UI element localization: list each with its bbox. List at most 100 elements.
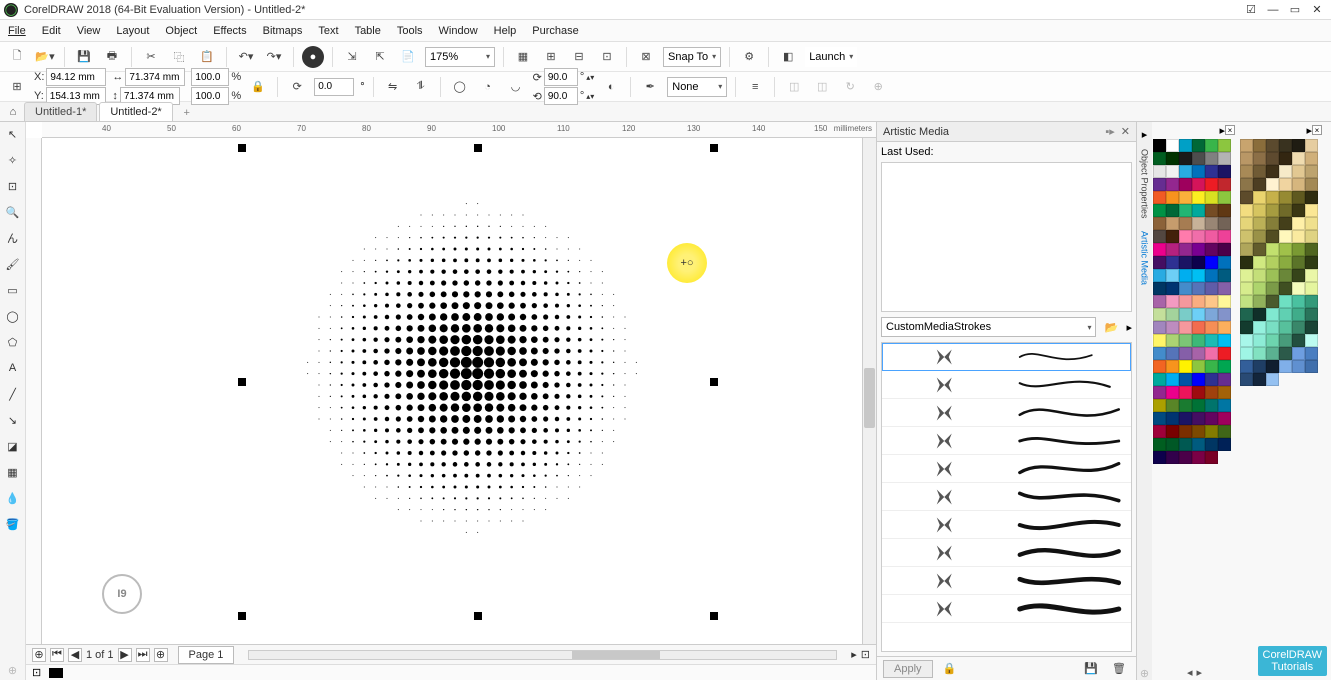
color-swatch[interactable]	[1292, 360, 1305, 373]
color-swatch[interactable]	[1205, 308, 1218, 321]
color-swatch[interactable]	[1218, 308, 1231, 321]
scroll-thumb[interactable]	[864, 368, 875, 428]
color-swatch[interactable]	[1305, 360, 1318, 373]
palette-scroll-right[interactable]: ▸	[1197, 666, 1203, 679]
color-swatch[interactable]	[1292, 334, 1305, 347]
color-swatch[interactable]	[1266, 191, 1279, 204]
color-swatch[interactable]	[1292, 217, 1305, 230]
menu-effects[interactable]: Effects	[213, 25, 246, 37]
zoom-tool[interactable]: 🔍	[3, 202, 23, 222]
color-swatch[interactable]	[1153, 438, 1166, 451]
color-swatch[interactable]	[1279, 243, 1292, 256]
panel-close-icon[interactable]: ✕	[1121, 126, 1130, 138]
color-swatch[interactable]	[1279, 152, 1292, 165]
color-swatch[interactable]	[1179, 334, 1192, 347]
color-swatch[interactable]	[1205, 321, 1218, 334]
color-swatch[interactable]	[1240, 282, 1253, 295]
color-swatch[interactable]	[1218, 204, 1231, 217]
color-swatch[interactable]	[1279, 295, 1292, 308]
color-swatch[interactable]	[1153, 399, 1166, 412]
halftone-object[interactable]	[302, 198, 642, 538]
color-swatch[interactable]	[1240, 269, 1253, 282]
color-swatch[interactable]	[1253, 178, 1266, 191]
add-after-button[interactable]: ⊕	[154, 648, 168, 662]
color-swatch[interactable]	[1253, 191, 1266, 204]
color-swatch[interactable]	[1179, 425, 1192, 438]
color-swatch[interactable]	[1253, 347, 1266, 360]
color-swatch[interactable]	[1179, 256, 1192, 269]
last-page-button[interactable]: ⏭	[136, 648, 150, 662]
color-swatch[interactable]	[1192, 308, 1205, 321]
color-swatch[interactable]	[1153, 217, 1166, 230]
color-swatch[interactable]	[1192, 347, 1205, 360]
color-swatch[interactable]	[1266, 360, 1279, 373]
color-swatch[interactable]	[1240, 347, 1253, 360]
color-swatch[interactable]	[1292, 165, 1305, 178]
first-page-button[interactable]: ⏮	[50, 648, 64, 662]
color-swatch[interactable]	[1192, 191, 1205, 204]
color-swatch[interactable]	[1166, 269, 1179, 282]
color-swatch[interactable]	[1166, 373, 1179, 386]
color-swatch[interactable]	[1240, 295, 1253, 308]
rectangle-tool[interactable]: ▭	[3, 280, 23, 300]
color-swatch[interactable]	[1192, 425, 1205, 438]
color-swatch[interactable]	[1266, 334, 1279, 347]
color-swatch[interactable]	[1192, 256, 1205, 269]
back-of-layer-button[interactable]: ◫	[811, 76, 833, 98]
cut-button[interactable]: ✂	[140, 46, 162, 68]
launch-dropdown[interactable]: Launch▾	[805, 47, 857, 67]
ellipse-tool[interactable]: ◯	[3, 306, 23, 326]
color-swatch[interactable]	[1166, 230, 1179, 243]
selection-handle[interactable]	[238, 612, 246, 620]
color-swatch[interactable]	[1305, 347, 1318, 360]
color-swatch[interactable]	[1292, 269, 1305, 282]
no-fill-swatch[interactable]: ×	[1225, 125, 1235, 135]
stroke-list-item[interactable]	[882, 427, 1131, 455]
color-swatch[interactable]	[1266, 152, 1279, 165]
color-swatch[interactable]	[1192, 178, 1205, 191]
drop-shadow-tool[interactable]: ◪	[3, 436, 23, 456]
color-swatch[interactable]	[1205, 360, 1218, 373]
color-swatch[interactable]	[1205, 425, 1218, 438]
maximize-button[interactable]: ▭	[1285, 2, 1305, 18]
color-swatch[interactable]	[1218, 412, 1231, 425]
color-swatch[interactable]	[1266, 295, 1279, 308]
color-swatch[interactable]	[1305, 334, 1318, 347]
prev-page-button[interactable]: ◀	[68, 648, 82, 662]
rotation-input[interactable]	[314, 78, 354, 96]
color-swatch[interactable]	[1266, 178, 1279, 191]
color-swatch[interactable]	[1179, 139, 1192, 152]
color-swatch[interactable]	[1253, 269, 1266, 282]
stroke-list-item[interactable]	[882, 399, 1131, 427]
color-swatch[interactable]	[1205, 139, 1218, 152]
color-swatch[interactable]	[1218, 438, 1231, 451]
color-swatch[interactable]	[1253, 243, 1266, 256]
x-input[interactable]	[46, 68, 106, 86]
color-swatch[interactable]	[1179, 165, 1192, 178]
menu-edit[interactable]: Edit	[42, 25, 61, 37]
color-swatch[interactable]	[1153, 139, 1166, 152]
color-swatch[interactable]	[1218, 191, 1231, 204]
welcome-tab-icon[interactable]: ⌂	[4, 103, 22, 121]
color-swatch[interactable]	[1218, 360, 1231, 373]
color-swatch[interactable]	[1279, 308, 1292, 321]
color-swatch[interactable]	[1253, 139, 1266, 152]
export-button[interactable]: ⇱	[369, 46, 391, 68]
color-swatch[interactable]	[1179, 282, 1192, 295]
color-swatch[interactable]	[1305, 204, 1318, 217]
color-swatch[interactable]	[1166, 321, 1179, 334]
color-swatch[interactable]	[1205, 451, 1218, 464]
color-swatch[interactable]	[1240, 178, 1253, 191]
selection-handle[interactable]	[474, 612, 482, 620]
color-swatch[interactable]	[1218, 295, 1231, 308]
color-swatch[interactable]	[1179, 438, 1192, 451]
color-swatch[interactable]	[1240, 243, 1253, 256]
color-swatch[interactable]	[1292, 178, 1305, 191]
color-swatch[interactable]	[1218, 282, 1231, 295]
redo-button[interactable]: ↷▾	[263, 46, 285, 68]
quick-customize-button[interactable]: ⊕	[867, 76, 889, 98]
front-of-layer-button[interactable]: ◫	[783, 76, 805, 98]
color-swatch[interactable]	[1279, 321, 1292, 334]
color-swatch[interactable]	[1279, 139, 1292, 152]
color-swatch[interactable]	[1179, 451, 1192, 464]
